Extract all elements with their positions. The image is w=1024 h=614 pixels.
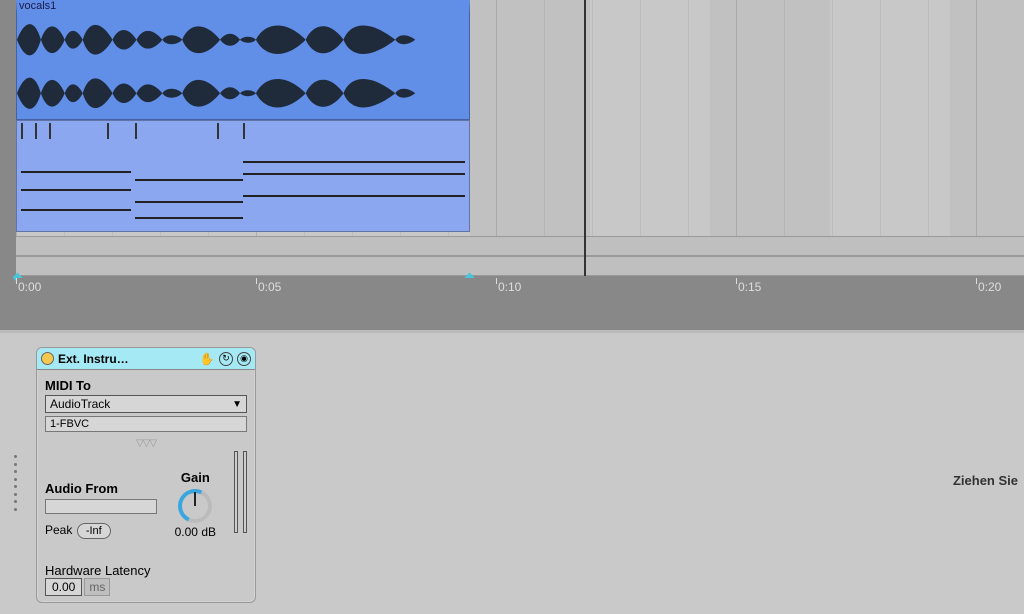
device-header[interactable]: Ext. Instru… ✋ ↻ ◉ <box>37 348 255 370</box>
midi-note[interactable] <box>135 179 243 181</box>
midi-note[interactable] <box>135 217 243 219</box>
midi-note[interactable] <box>135 201 243 203</box>
midi-bar <box>21 123 23 139</box>
ruler-label: 0:20 <box>978 280 1001 294</box>
audio-from-dropdown[interactable] <box>45 499 157 514</box>
grid-line <box>640 0 641 274</box>
midi-bar <box>243 123 245 139</box>
hw-latency-value[interactable]: 0.00 <box>45 578 82 596</box>
ruler-tick <box>16 278 17 284</box>
grid-line <box>928 0 929 274</box>
grid-line <box>832 0 833 274</box>
midi-note[interactable] <box>243 173 465 175</box>
grid-shade <box>950 0 1024 274</box>
gain-label: Gain <box>181 470 210 485</box>
midi-note[interactable] <box>243 195 465 197</box>
audio-clip[interactable]: vocals1 <box>16 0 470 120</box>
audio-from-label: Audio From <box>45 481 157 496</box>
ruler-label: 0:00 <box>18 280 41 294</box>
midi-bar <box>35 123 37 139</box>
gain-knob[interactable] <box>178 489 212 523</box>
empty-lane[interactable] <box>16 236 1024 256</box>
grid-line <box>784 0 785 274</box>
midi-bar <box>217 123 219 139</box>
midi-channel-value: 1-FBVC <box>50 418 89 430</box>
midi-to-label: MIDI To <box>45 378 247 393</box>
midi-note[interactable] <box>21 189 131 191</box>
device-body: MIDI To AudioTrack ▼ 1-FBVC ▽▽▽ Audio Fr… <box>37 370 255 604</box>
hw-latency-label: Hardware Latency <box>45 563 247 578</box>
midi-clip[interactable] <box>16 120 470 232</box>
grid-line <box>880 0 881 274</box>
midi-note[interactable] <box>243 161 465 163</box>
ruler-tick <box>256 278 257 284</box>
grid-line <box>736 0 737 274</box>
clip-label: vocals1 <box>19 0 56 12</box>
peak-label: Peak <box>45 523 72 537</box>
peak-value[interactable]: -Inf <box>77 523 111 539</box>
midi-bar <box>107 123 109 139</box>
chevron-down-icon: ▼ <box>232 399 242 410</box>
waveform-icon <box>17 14 469 119</box>
section-divider-icon: ▽▽▽ <box>45 438 247 449</box>
drop-hint-text: Ziehen Sie <box>953 473 1018 488</box>
ruler-tick <box>496 278 497 284</box>
ruler-label: 0:05 <box>258 280 281 294</box>
ruler-label: 0:10 <box>498 280 521 294</box>
device-on-toggle[interactable] <box>41 352 54 365</box>
midi-to-value: AudioTrack <box>50 397 110 411</box>
grid-line <box>976 0 977 274</box>
external-instrument-device[interactable]: Ext. Instru… ✋ ↻ ◉ MIDI To AudioTrack ▼ … <box>36 347 256 603</box>
midi-channel-field[interactable]: 1-FBVC <box>45 416 247 432</box>
ruler-tick <box>976 278 977 284</box>
drag-handle-icon[interactable] <box>14 453 24 513</box>
midi-note[interactable] <box>21 209 131 211</box>
track-lanes[interactable]: /*noop*/ vocals1 <box>16 0 1024 276</box>
grid-line <box>496 0 497 274</box>
grid-line <box>688 0 689 274</box>
playhead[interactable] <box>584 0 586 276</box>
grid-shade <box>710 0 830 274</box>
hand-icon[interactable]: ✋ <box>199 352 215 366</box>
grid-line <box>544 0 545 274</box>
grid-line <box>592 0 593 274</box>
ruler-tick <box>736 278 737 284</box>
device-title: Ext. Instru… <box>58 352 195 366</box>
midi-note[interactable] <box>21 171 131 173</box>
hw-latency-unit: ms <box>84 578 110 596</box>
level-meter <box>232 451 247 533</box>
midi-bar <box>49 123 51 139</box>
grid-shade <box>470 0 590 274</box>
gain-value[interactable]: 0.00 dB <box>175 525 216 539</box>
arrangement-view[interactable]: /*noop*/ vocals1 <box>0 0 1024 276</box>
save-preset-icon[interactable]: ◉ <box>237 352 251 366</box>
midi-to-dropdown[interactable]: AudioTrack ▼ <box>45 395 247 413</box>
midi-bar <box>135 123 137 139</box>
time-ruler[interactable]: 0:00 0:05 0:10 0:15 0:20 <box>16 278 1024 300</box>
device-view[interactable]: Ext. Instru… ✋ ↻ ◉ MIDI To AudioTrack ▼ … <box>0 330 1024 614</box>
refresh-icon[interactable]: ↻ <box>219 352 233 366</box>
ruler-label: 0:15 <box>738 280 761 294</box>
empty-lane[interactable] <box>16 256 1024 276</box>
